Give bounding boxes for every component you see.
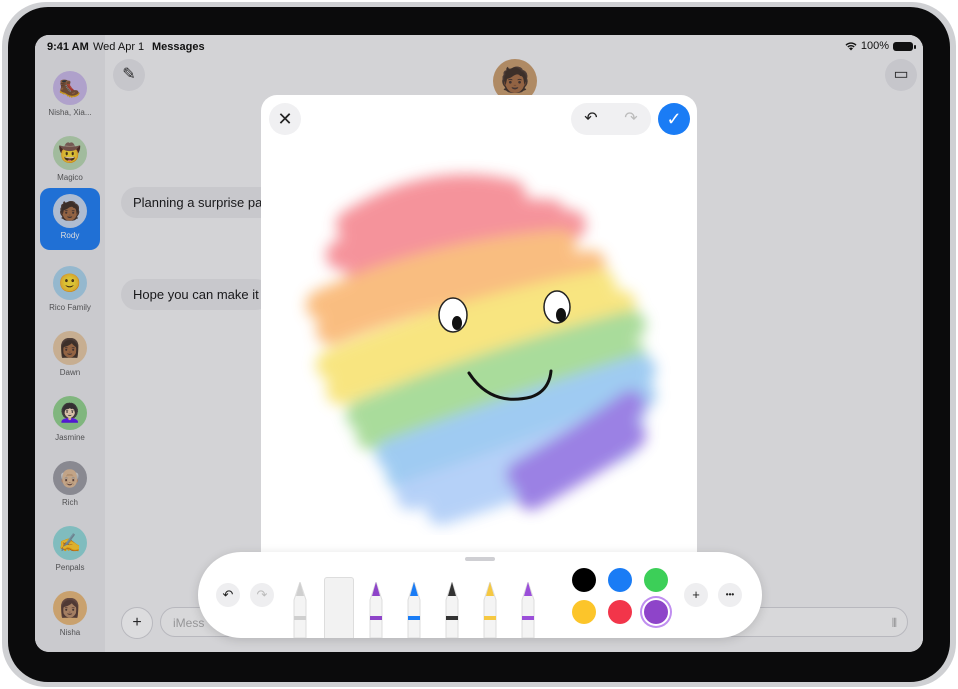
redo-icon: ↷ (256, 587, 268, 602)
checkmark-icon: ✓ (666, 109, 682, 129)
plus-icon: + (692, 587, 700, 602)
status-bar: 9:41 AM Wed Apr 1 Messages 100% (35, 35, 923, 59)
color-swatch-2[interactable] (644, 568, 668, 592)
battery-icon (893, 41, 916, 51)
sketch-modal: ✕ ↶ ↷ ✓ (261, 95, 697, 595)
marker-blue[interactable] (406, 580, 422, 639)
ruler-tool[interactable] (324, 577, 354, 638)
toolbar-undo-button[interactable]: ↶ (216, 583, 240, 607)
close-button[interactable]: ✕ (269, 103, 301, 135)
toolbar-redo-button[interactable]: ↷ (250, 583, 274, 607)
brush-purple[interactable] (520, 580, 536, 639)
add-tool-button[interactable]: + (684, 583, 708, 607)
pencil-tool[interactable] (292, 580, 308, 639)
color-swatch-3[interactable] (572, 600, 596, 624)
wifi-icon (845, 41, 857, 50)
screen: 9:41 AM Wed Apr 1 Messages 100% 🥾 Nisha,… (35, 35, 923, 652)
status-date: Wed Apr 1 (93, 41, 145, 53)
color-swatch-1[interactable] (608, 568, 632, 592)
rainbow-scribble (306, 174, 656, 525)
more-options-button[interactable]: ••• (718, 583, 742, 607)
battery-percent: 100% (860, 40, 889, 52)
left-pupil (452, 316, 462, 330)
status-app-name: Messages (152, 41, 205, 53)
drawing-toolbar: ↶ ↷ + ••• (198, 552, 762, 639)
highlighter-yellow[interactable] (482, 580, 498, 639)
undo-icon: ↶ (222, 587, 234, 602)
redo-button[interactable]: ↷ (611, 103, 651, 135)
color-swatch-4[interactable] (608, 600, 632, 624)
undo-redo-group: ↶ ↷ (571, 103, 651, 135)
drawing-canvas[interactable] (291, 155, 691, 535)
close-icon: ✕ (277, 109, 293, 129)
status-time: 9:41 AM (47, 41, 89, 53)
more-icon: ••• (725, 590, 735, 599)
pencil-purple[interactable] (368, 580, 384, 639)
color-swatch-5[interactable] (644, 600, 668, 624)
color-swatch-0[interactable] (572, 568, 596, 592)
done-button[interactable]: ✓ (658, 103, 690, 135)
right-pupil (556, 308, 566, 322)
fountain-pen[interactable] (444, 580, 460, 639)
toolbar-grabber[interactable] (465, 557, 495, 561)
undo-button[interactable]: ↶ (571, 103, 611, 135)
status-right: 100% (845, 40, 916, 52)
